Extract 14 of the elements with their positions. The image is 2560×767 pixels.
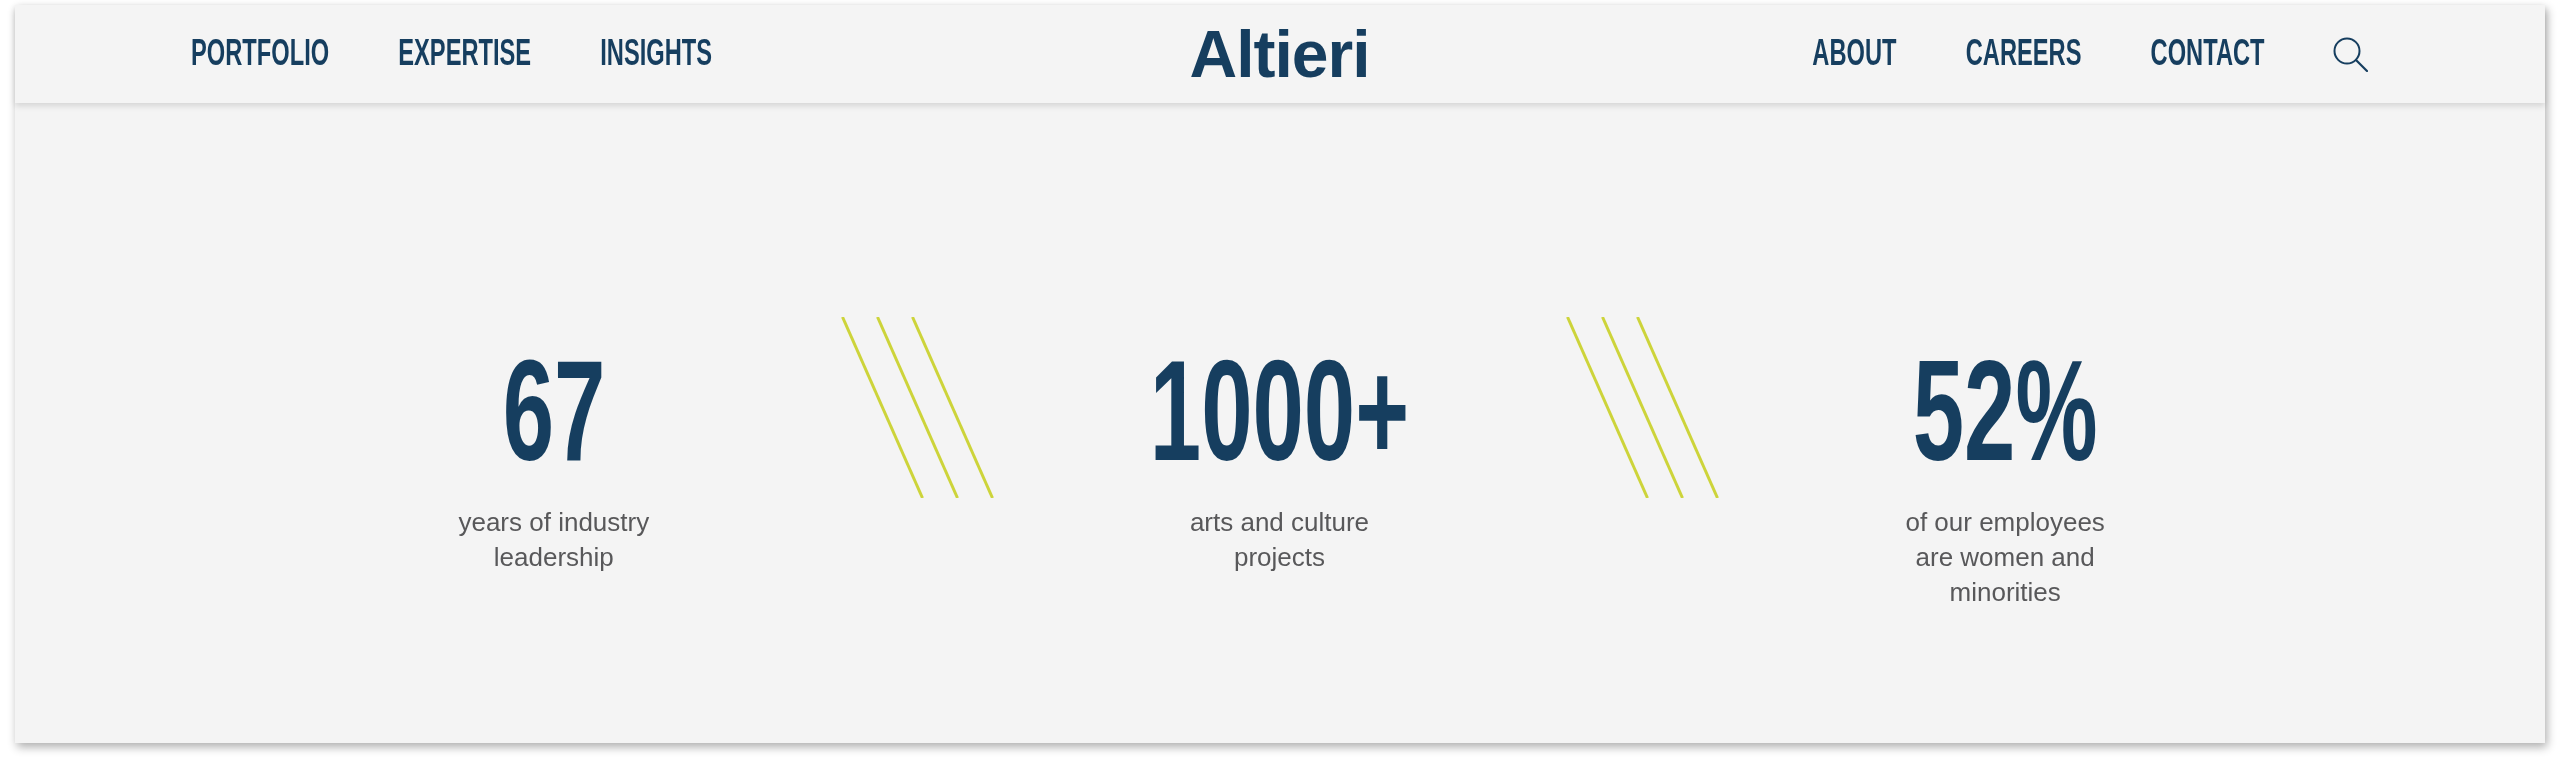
nav-link[interactable]: EXPERTISE: [398, 34, 532, 71]
stat-caption: arts and culture projects: [1188, 506, 1371, 574]
nav-link[interactable]: INSIGHTS: [600, 34, 713, 71]
brand-logo[interactable]: Altieri: [1189, 21, 1370, 87]
nav-link[interactable]: CAREERS: [1966, 34, 2082, 71]
stat-number: 1000+: [1149, 340, 1410, 482]
nav-link[interactable]: PORTFOLIO: [191, 34, 330, 71]
nav-link[interactable]: ABOUT: [1812, 34, 1897, 71]
stat-caption: years of industry leadership: [457, 506, 651, 574]
stat-number: 52%: [1912, 340, 2098, 482]
search-icon[interactable]: [2333, 36, 2368, 72]
nav-link[interactable]: CONTACT: [2151, 34, 2265, 71]
stat-number: 67: [502, 340, 606, 482]
stat-caption: of our employees are women and minorities: [1904, 506, 2106, 609]
